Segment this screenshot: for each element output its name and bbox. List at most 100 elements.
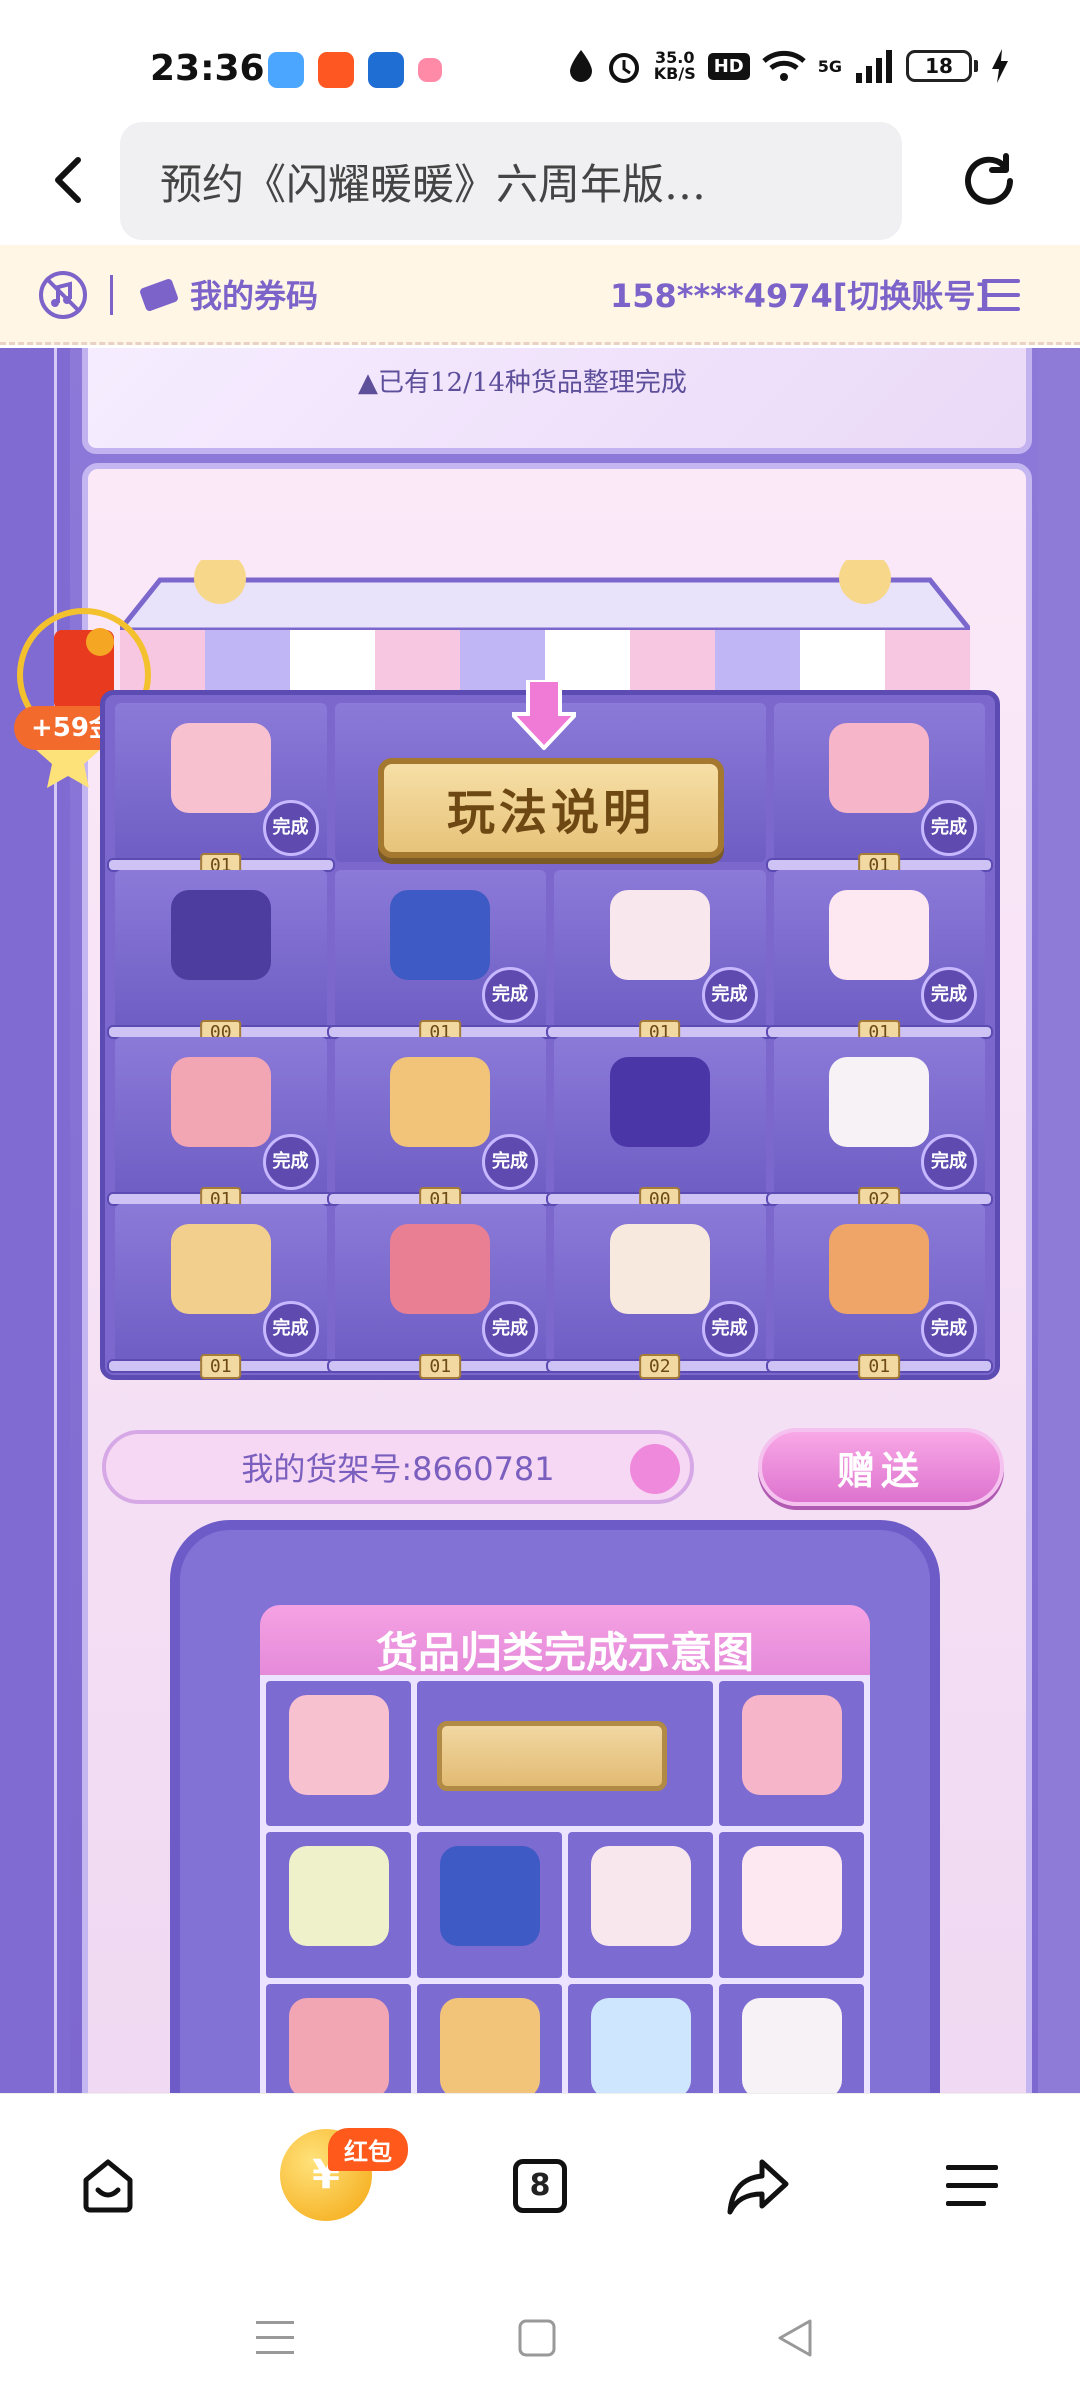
diagram-slot-shell bbox=[568, 1832, 713, 1978]
reload-icon[interactable] bbox=[956, 148, 1022, 214]
count-tag: 01 bbox=[419, 1354, 462, 1379]
home-button[interactable] bbox=[68, 2146, 148, 2226]
done-badge: 完成 bbox=[921, 967, 977, 1023]
app-header: 我的券码 158****4974[切换账号] bbox=[0, 245, 1080, 345]
hongbao-tag: 红包 bbox=[328, 2128, 408, 2171]
shelf-slot-crystal-ball[interactable]: 00 bbox=[546, 1037, 774, 1212]
back-arrow-icon[interactable] bbox=[40, 150, 100, 210]
done-badge: 完成 bbox=[262, 1134, 319, 1190]
shelf-slot-suitcase[interactable]: 01 完成 bbox=[326, 1037, 554, 1212]
progress-card: ▲已有12/14种货品整理完成 bbox=[82, 348, 1032, 454]
diagram-slot-flower-basket bbox=[266, 1832, 411, 1978]
bunny-cup-icon bbox=[829, 890, 930, 980]
gift-label: 赠送 bbox=[836, 1448, 925, 1493]
diagram-title: 货品归类完成示意图 bbox=[375, 1628, 754, 1677]
url-field[interactable]: 预约《闪耀暖暖》六周年版… bbox=[120, 122, 902, 240]
menu-icon[interactable] bbox=[980, 275, 1022, 315]
shelf-slot-milk-carton[interactable]: 02 完成 bbox=[765, 1037, 993, 1212]
shelf-slot-bunny-cup[interactable]: 01 完成 bbox=[765, 870, 993, 1045]
shelf-slot-flower-basket[interactable]: 00 bbox=[107, 870, 335, 1045]
shelf-slot-backpack[interactable]: 01 完成 bbox=[107, 703, 335, 878]
shelf-slot-cat-hat[interactable]: 01 完成 bbox=[107, 1037, 335, 1212]
guide-label: 玩法说明 bbox=[446, 785, 655, 841]
shelf-code-field: 我的货架号:8660781 bbox=[102, 1430, 694, 1504]
photo-album-icon bbox=[741, 1695, 842, 1795]
diagram-slot-backpack bbox=[266, 1681, 411, 1827]
done-badge: 完成 bbox=[482, 1134, 538, 1190]
assistant-app-icon bbox=[368, 52, 404, 88]
system-navbar bbox=[0, 2273, 1080, 2400]
page-title: 预约《闪耀暖暖》六周年版… bbox=[160, 159, 707, 209]
suitcase-icon bbox=[390, 1057, 491, 1147]
backpack-icon bbox=[288, 1695, 389, 1795]
browser-header: 预约《闪耀暖暖》六周年版… bbox=[0, 120, 1080, 245]
data-saver-icon bbox=[569, 50, 592, 82]
right-rail bbox=[1038, 348, 1080, 2093]
status-bar: 23:36 35.0 KB/S HD 5G 18 bbox=[0, 0, 1080, 120]
done-badge: 完成 bbox=[262, 1301, 319, 1357]
diagram-slot-bunny-cup bbox=[719, 1832, 864, 1978]
crystal-ball-icon bbox=[609, 1057, 710, 1147]
status-time: 23:36 bbox=[150, 48, 265, 89]
shelf-slot-makeup-palette[interactable]: 01 完成 bbox=[326, 1204, 554, 1379]
battery-level: 18 bbox=[906, 50, 972, 82]
battery-indicator: 18 bbox=[906, 50, 978, 82]
music-off-icon[interactable] bbox=[38, 270, 88, 320]
my-code-link[interactable]: 我的券码 bbox=[190, 271, 318, 317]
shelf-slot-cake[interactable]: 02 完成 bbox=[546, 1204, 774, 1379]
done-badge: 完成 bbox=[482, 967, 538, 1023]
moon-pillow-icon bbox=[170, 1224, 271, 1314]
done-badge: 完成 bbox=[921, 800, 977, 856]
charging-icon bbox=[992, 49, 1008, 83]
done-badge: 完成 bbox=[921, 1301, 977, 1357]
diagram-slot-photo-album bbox=[719, 1681, 864, 1827]
crown-perfume-icon bbox=[439, 1846, 540, 1947]
crystal-ball-icon bbox=[590, 1997, 691, 2098]
shelf-code-text: 我的货架号:8660781 bbox=[241, 1450, 555, 1488]
done-badge: 完成 bbox=[701, 1301, 758, 1357]
shelf-slot-photo-album[interactable]: 01 完成 bbox=[765, 703, 993, 878]
gift-button[interactable]: 赠送 bbox=[758, 1428, 1004, 1506]
guide-button[interactable]: 玩法说明 bbox=[378, 758, 724, 858]
cat-hat-icon bbox=[170, 1057, 271, 1147]
shell-icon bbox=[590, 1846, 691, 1947]
flower-basket-icon bbox=[288, 1846, 389, 1947]
home-nav-icon[interactable] bbox=[512, 2313, 562, 2363]
diagram-grid bbox=[260, 1675, 870, 2135]
share-icon bbox=[727, 2159, 789, 2215]
browser-toolbar: ¥ 8 bbox=[0, 2093, 1080, 2273]
alarm-icon bbox=[608, 53, 639, 83]
shelf-slot-camera[interactable]: 01 完成 bbox=[765, 1204, 993, 1379]
done-badge: 完成 bbox=[262, 800, 319, 856]
backpack-icon bbox=[170, 723, 271, 813]
share-button[interactable] bbox=[718, 2146, 798, 2226]
shelf-slot-moon-pillow[interactable]: 01 完成 bbox=[107, 1204, 335, 1379]
switch-account-link[interactable]: 158****4974[切换账号] bbox=[610, 271, 990, 317]
game-app-icon bbox=[318, 52, 354, 88]
shelf-slot-shell[interactable]: 01 完成 bbox=[546, 870, 774, 1045]
suitcase-icon bbox=[439, 1997, 540, 2098]
tab-count: 8 bbox=[513, 2159, 567, 2213]
camera-icon bbox=[829, 1224, 930, 1314]
net-speed: 35.0 KB/S bbox=[654, 50, 696, 82]
home-icon bbox=[83, 2159, 133, 2213]
pink-arrow-icon bbox=[512, 680, 576, 750]
makeup-palette-icon bbox=[390, 1224, 491, 1314]
milk-carton-icon bbox=[829, 1057, 930, 1147]
more-menu-button[interactable] bbox=[932, 2146, 1012, 2226]
menu-lines-icon bbox=[946, 2165, 998, 2206]
milk-carton-icon bbox=[741, 1997, 842, 2098]
recent-apps-icon[interactable] bbox=[250, 2313, 300, 2363]
diagram-slot-crown-perfume bbox=[417, 1832, 562, 1978]
done-badge: 完成 bbox=[482, 1301, 538, 1357]
cake-icon bbox=[609, 1224, 710, 1314]
notification-icons bbox=[268, 52, 442, 88]
count-tag: 02 bbox=[638, 1354, 681, 1379]
copy-icon[interactable] bbox=[630, 1444, 680, 1494]
diagram-guide-slot bbox=[417, 1681, 713, 1827]
back-nav-icon[interactable] bbox=[770, 2313, 820, 2363]
net-speed-unit: KB/S bbox=[653, 64, 696, 83]
shelf-slot-crown-perfume[interactable]: 01 完成 bbox=[326, 870, 554, 1045]
weather-app-icon bbox=[268, 52, 304, 88]
tabs-button[interactable]: 8 bbox=[500, 2146, 580, 2226]
